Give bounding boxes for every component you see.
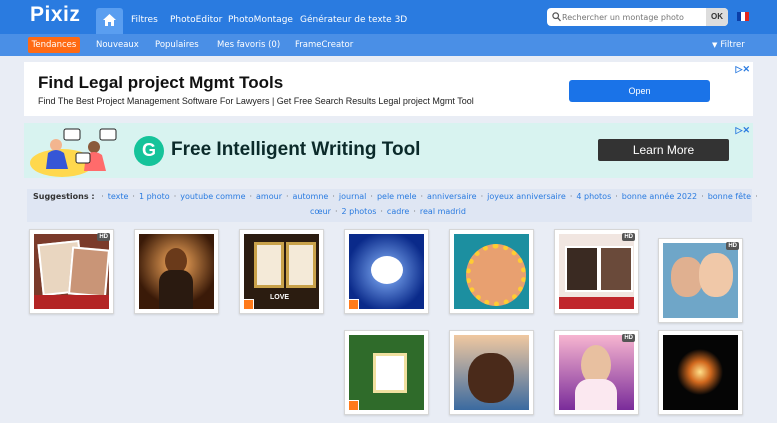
- ad-headline: Find Legal project Mgmt Tools: [38, 73, 284, 92]
- user-avatar-icon: [348, 400, 359, 411]
- search-input[interactable]: [562, 10, 706, 24]
- search-ok-button[interactable]: OK: [706, 8, 728, 26]
- grammarly-logo-icon: G: [134, 136, 164, 166]
- suggestion-link[interactable]: bonne fête: [708, 192, 751, 201]
- suggestion-link[interactable]: journal: [339, 192, 367, 201]
- search-box: OK: [547, 8, 728, 26]
- filter-label: Filtrer: [720, 40, 745, 50]
- nav-filtres[interactable]: Filtres: [131, 15, 158, 25]
- adchoices-icon[interactable]: ▷✕: [736, 64, 750, 75]
- separator: ·: [380, 207, 383, 216]
- thumbnail-image: [663, 243, 738, 318]
- sub-navbar: Tendances Nouveaux Populaires Mes favori…: [0, 34, 777, 56]
- thumbnail-image: LOVE: [244, 234, 319, 309]
- ad-description: Find The Best Project Management Softwar…: [38, 96, 474, 106]
- suggestion-link[interactable]: anniversaire: [427, 192, 477, 201]
- montage-thumbnail-sparkle-girl[interactable]: [134, 229, 219, 314]
- nav-photoeditor[interactable]: PhotoEditor: [170, 15, 222, 25]
- separator: ·: [334, 207, 338, 216]
- hd-badge: HD: [622, 334, 635, 342]
- user-avatar-icon: [348, 299, 359, 310]
- nav-photomontage[interactable]: PhotoMontage: [228, 15, 293, 25]
- suggestion-link[interactable]: 2 photos: [342, 207, 377, 216]
- separator: ·: [173, 192, 177, 201]
- suggestion-link[interactable]: 1 photo: [139, 192, 170, 201]
- ad-banner-writing-tool[interactable]: G Free Intelligent Writing Tool Learn Mo…: [24, 123, 753, 178]
- frame-caption: LOVE: [270, 294, 290, 301]
- suggestion-link[interactable]: joyeux anniversaire: [487, 192, 566, 201]
- thumbnail-image: [454, 335, 529, 410]
- ad-banner-legal-tools[interactable]: Find Legal project Mgmt Tools Find The B…: [24, 62, 753, 116]
- top-navbar: Pixiz Filtres PhotoEditor PhotoMontage G…: [0, 0, 777, 34]
- thumbnail-image: [663, 335, 738, 410]
- home-icon: [103, 14, 116, 26]
- nav-3d-text-generator[interactable]: Générateur de texte 3D: [300, 15, 407, 25]
- triangle-down-icon: ▼: [712, 41, 718, 49]
- separator: ·: [701, 192, 704, 201]
- separator: ·: [755, 192, 758, 201]
- suggestion-link[interactable]: youtube comme: [180, 192, 245, 201]
- separator: ·: [370, 192, 373, 201]
- separator: ·: [285, 192, 289, 201]
- montage-thumbnail-couple-frames[interactable]: HD: [554, 229, 639, 314]
- hd-badge: HD: [726, 242, 739, 250]
- suggestions-bar: Suggestions : · texte · 1 photo · youtube com…: [27, 189, 758, 222]
- user-avatar-icon: [243, 299, 254, 310]
- thumbnail-image: [139, 234, 214, 309]
- ad-learn-more-button[interactable]: Learn More: [598, 139, 729, 161]
- tab-populaires[interactable]: Populaires: [155, 40, 199, 50]
- ad-illustration: [30, 128, 117, 177]
- suggestion-link[interactable]: cœur: [310, 207, 331, 216]
- suggestions-line-1: Suggestions : · texte · 1 photo · youtube com…: [33, 192, 762, 201]
- tab-tendances[interactable]: Tendances: [28, 37, 80, 53]
- montage-thumbnail-double-frame[interactable]: LOVE: [239, 229, 324, 314]
- thumbnail-image: [454, 234, 529, 309]
- thumbnail-image: [559, 335, 634, 410]
- tab-nouveaux[interactable]: Nouveaux: [96, 40, 139, 50]
- adchoices-icon[interactable]: ▷✕: [736, 125, 750, 136]
- separator: ·: [332, 192, 335, 201]
- tab-mes-favoris[interactable]: Mes favoris (0): [217, 40, 280, 50]
- montage-thumbnail-blue-heart[interactable]: [344, 229, 429, 314]
- montage-thumbnail-circle-frame[interactable]: [449, 229, 534, 314]
- thumbnail-image: [559, 234, 634, 309]
- montage-thumbnail-couple-closeup[interactable]: HD: [658, 238, 743, 323]
- suggestion-link[interactable]: texte: [108, 192, 129, 201]
- suggestion-link[interactable]: real madrid: [420, 207, 466, 216]
- thumbnail-image: [349, 234, 424, 309]
- search-icon: [552, 12, 561, 22]
- separator: ·: [420, 192, 424, 201]
- separator: ·: [480, 192, 484, 201]
- pixiz-logo[interactable]: Pixiz: [30, 3, 80, 27]
- suggestion-link[interactable]: amour: [256, 192, 282, 201]
- montage-thumbnail-collage[interactable]: HD: [29, 229, 114, 314]
- suggestions-line-2: cœur · 2 photos · cadre · real madrid: [310, 207, 466, 216]
- suggestion-link[interactable]: pele mele: [377, 192, 417, 201]
- hd-badge: HD: [622, 233, 635, 241]
- separator: ·: [101, 192, 104, 201]
- ad-headline: Free Intelligent Writing Tool: [171, 139, 421, 160]
- thumbnail-image: [349, 335, 424, 410]
- french-flag-icon[interactable]: [737, 12, 749, 21]
- tab-framecreator[interactable]: FrameCreator: [295, 40, 353, 50]
- montage-thumbnail-couple-hug[interactable]: [449, 330, 534, 415]
- suggestion-link[interactable]: automne: [293, 192, 329, 201]
- suggestion-link[interactable]: 4 photos: [576, 192, 611, 201]
- separator: ·: [569, 192, 573, 201]
- home-button[interactable]: [96, 8, 123, 34]
- suggestion-link[interactable]: bonne année 2022: [622, 192, 697, 201]
- thumbnail-image: [34, 234, 109, 309]
- hd-badge: HD: [97, 233, 110, 241]
- suggestions-label: Suggestions :: [33, 192, 95, 201]
- ad-open-button[interactable]: Open: [569, 80, 710, 102]
- suggestion-link[interactable]: cadre: [387, 207, 409, 216]
- montage-thumbnail-fireworks[interactable]: [658, 330, 743, 415]
- separator: ·: [249, 192, 253, 201]
- separator: ·: [615, 192, 618, 201]
- filter-button[interactable]: ▼ Filtrer: [712, 40, 745, 50]
- separator: ·: [132, 192, 135, 201]
- separator: ·: [413, 207, 416, 216]
- montage-thumbnail-pink-girl[interactable]: HD: [554, 330, 639, 415]
- montage-thumbnail-flower-frame[interactable]: [344, 330, 429, 415]
